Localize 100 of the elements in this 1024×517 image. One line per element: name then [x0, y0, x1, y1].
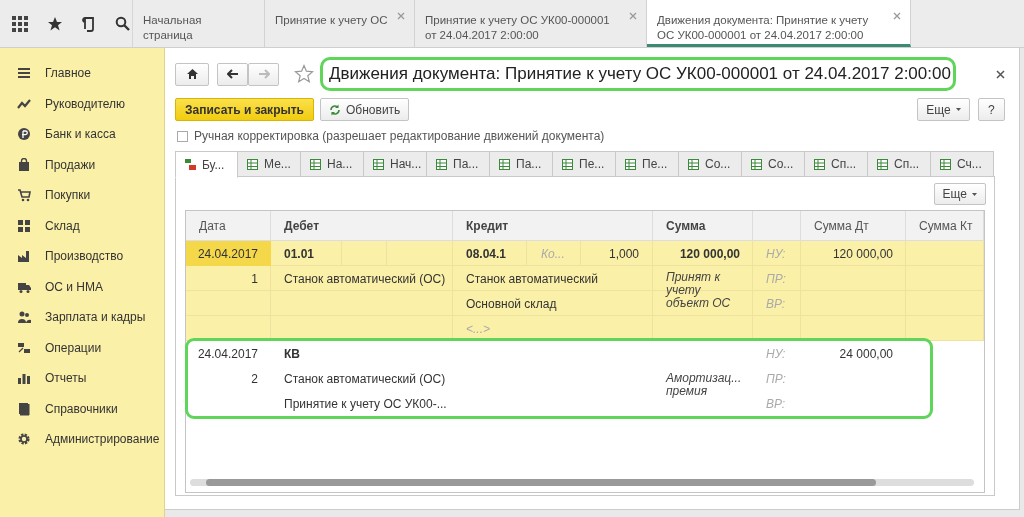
table-cell-text: 01.01 — [283, 245, 316, 263]
sidebar-item[interactable]: Администрирование — [0, 424, 164, 455]
table-cell-text: Принят к учету объект ОС — [664, 269, 732, 312]
table-cell-text: 2 — [250, 370, 259, 388]
register-tab[interactable]: Ме... — [238, 151, 301, 177]
table-icon — [751, 158, 762, 170]
sidebar-item[interactable]: Банк и касса — [0, 119, 164, 150]
table-cell-text: 24.04.2017 — [196, 345, 259, 363]
people-icon — [17, 310, 31, 325]
table-cell: 24.04.2017 — [186, 241, 271, 266]
close-icon[interactable] — [996, 69, 1005, 79]
column-header[interactable]: Сумма — [653, 211, 753, 240]
app-tab[interactable]: Начальная страница — [133, 0, 265, 47]
bar-chart-icon — [17, 371, 31, 386]
table-cell-text: 1,000 — [607, 245, 640, 263]
sidebar-item[interactable]: Продажи — [0, 149, 164, 180]
home-button[interactable] — [175, 62, 209, 86]
app-tab[interactable]: Движения документа: Принятие к учету ОС УК00-000001 от 24.04.2017 2:00:00 — [647, 0, 911, 47]
sidebar-item[interactable]: Операции — [0, 332, 164, 363]
save-close-button[interactable]: Записать и закрыть — [175, 98, 314, 121]
register-tab[interactable]: Сп... — [868, 151, 931, 177]
table-cell-text: Станок автоматический (ОС) — [283, 270, 447, 288]
register-tab[interactable]: Со... — [742, 151, 805, 177]
checkbox[interactable] — [177, 130, 188, 142]
home-icon — [186, 69, 198, 79]
bag-icon — [17, 157, 31, 172]
app-tab[interactable]: Принятие к учету ОС — [265, 0, 415, 47]
table-icon — [688, 158, 699, 170]
column-header[interactable]: Сумма Кт — [906, 211, 984, 240]
register-tab[interactable]: Па... — [427, 151, 490, 177]
table-cell-text: КВ — [283, 345, 301, 363]
cart-icon — [17, 188, 31, 203]
column-header[interactable]: Дебет — [271, 211, 453, 240]
checkbox-label: Ручная корректировка (разрешает редактирование движений документа) — [194, 129, 605, 143]
table-cell-text: 1 — [250, 270, 259, 288]
search-icon[interactable] — [115, 16, 130, 31]
more-button[interactable]: Еще — [933, 183, 986, 205]
table-cell-text: Станок автоматический (ОС) — [283, 370, 447, 388]
refresh-button[interactable]: Обновить — [320, 98, 410, 121]
table-icon — [499, 158, 510, 170]
table-cell-text: ПР: — [765, 370, 787, 388]
table-cell-text: Основной склад — [465, 295, 558, 313]
table-icon — [625, 158, 636, 170]
register-tab[interactable]: На... — [301, 151, 364, 177]
scroll-icon[interactable] — [82, 15, 96, 32]
sidebar-item[interactable]: Отчеты — [0, 363, 164, 394]
register-tab[interactable]: Со... — [679, 151, 742, 177]
sidebar-item[interactable]: Производство — [0, 241, 164, 272]
register-tab[interactable]: Сч... — [931, 151, 994, 177]
help-button[interactable]: ? — [977, 98, 1005, 121]
register-tab[interactable]: Пе... — [616, 151, 679, 177]
column-header[interactable]: Сумма Дт — [801, 211, 906, 240]
table-icon — [562, 158, 573, 170]
refresh-icon — [329, 103, 341, 116]
sidebar-item[interactable]: Справочники — [0, 393, 164, 424]
table-cell-text: ВР: — [765, 395, 787, 413]
back-button[interactable] — [217, 62, 248, 86]
debit-credit-icon — [185, 159, 196, 170]
apps-icon[interactable] — [12, 15, 28, 32]
table-cell: Ко... — [526, 241, 581, 266]
sidebar-item[interactable]: ОС и НМА — [0, 271, 164, 302]
caret-icon — [955, 108, 961, 111]
sidebar-item[interactable]: Покупки — [0, 180, 164, 211]
factory-icon — [17, 249, 31, 264]
more-button[interactable]: Еще — [917, 98, 970, 121]
register-tab[interactable]: Нач... — [364, 151, 427, 177]
table-cell-text: Амортизац... премия — [664, 370, 743, 400]
coin-icon — [17, 127, 31, 142]
table-icon — [877, 158, 888, 170]
sidebar-item[interactable]: Руководителю — [0, 88, 164, 119]
sidebar-item[interactable]: Главное — [0, 58, 164, 89]
table-cell-text: 120 000,00 — [831, 245, 894, 263]
table-icon — [310, 158, 321, 170]
arrow-left-icon — [226, 69, 239, 79]
table-icon — [814, 158, 825, 170]
register-tab[interactable]: Па... — [490, 151, 553, 177]
table-icon — [940, 158, 951, 170]
ledger-icon — [17, 340, 31, 355]
star-icon[interactable] — [47, 15, 63, 32]
table-icon — [247, 158, 258, 170]
sidebar-item[interactable]: Склад — [0, 210, 164, 241]
table-icon — [373, 158, 384, 170]
column-header[interactable]: Дата — [186, 211, 271, 240]
table-cell-text: ВР: — [765, 295, 787, 313]
star-icon[interactable] — [294, 64, 314, 84]
table-icon — [436, 158, 447, 170]
register-tab[interactable]: Бу... — [175, 151, 238, 178]
table-cell-text: НУ: — [765, 345, 787, 363]
sidebar-item[interactable]: Зарплата и кадры — [0, 302, 164, 333]
books-icon — [17, 401, 31, 416]
column-header[interactable]: Кредит — [453, 211, 653, 240]
table-cell-text: Станок автоматический — [465, 270, 599, 288]
menu-icon — [17, 66, 31, 81]
table-cell-text: <...> — [465, 320, 492, 338]
table-cell-text: 08.04.1 — [465, 245, 508, 263]
register-tab[interactable]: Пе... — [553, 151, 616, 177]
table-cell-text: Принятие к учету ОС УК00-... — [283, 395, 448, 413]
register-tab[interactable]: Сп... — [805, 151, 868, 177]
table-cell-text: НУ: — [765, 245, 787, 263]
form-title: Движения документа: Принятие к учету ОС УК00-000001 от 24.04.2017 2:00:00 — [320, 57, 956, 91]
